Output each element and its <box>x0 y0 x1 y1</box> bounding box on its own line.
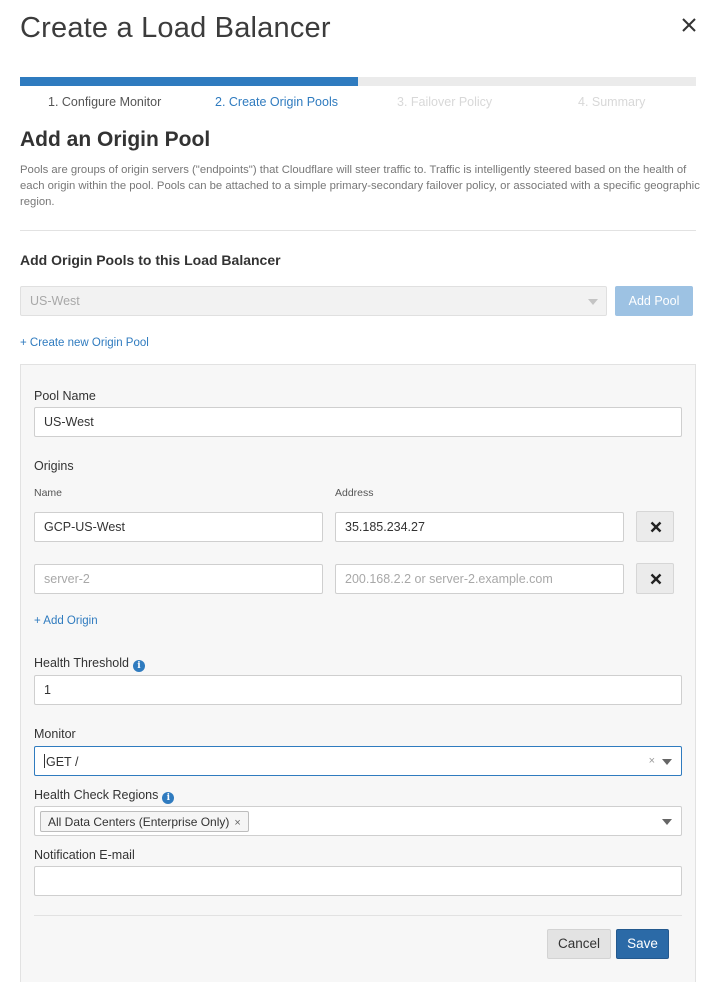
chevron-down-icon[interactable] <box>662 819 672 825</box>
region-tag: All Data Centers (Enterprise Only) × <box>40 811 249 832</box>
origin-name-input[interactable]: server-2 <box>34 564 323 594</box>
monitor-select-value: GET / <box>46 755 79 769</box>
remove-origin-button[interactable] <box>636 563 674 594</box>
monitor-select[interactable]: GET / × <box>34 746 682 776</box>
origin-address-input[interactable]: 35.185.234.27 <box>335 512 624 542</box>
wizard-progress-fill <box>20 77 358 86</box>
step-failover-policy: 3. Failover Policy <box>397 95 493 109</box>
cancel-button[interactable]: Cancel <box>547 929 611 959</box>
pools-heading: Add Origin Pools to this Load Balancer <box>20 252 281 268</box>
health-threshold-label-text: Health Threshold <box>34 656 129 670</box>
origin-name-input[interactable]: GCP-US-West <box>34 512 323 542</box>
notification-email-input[interactable] <box>34 866 682 896</box>
pool-name-label: Pool Name <box>34 389 96 403</box>
pool-select-value: US-West <box>30 294 80 308</box>
health-threshold-input[interactable]: 1 <box>34 675 682 705</box>
close-icon <box>650 521 662 533</box>
origin-name-column-label: Name <box>34 487 63 499</box>
step-configure-monitor[interactable]: 1. Configure Monitor <box>48 95 161 109</box>
origin-address-input[interactable]: 200.168.2.2 or server-2.example.com <box>335 564 624 594</box>
dialog-title: Create a Load Balancer <box>20 12 331 44</box>
remove-origin-button[interactable] <box>636 511 674 542</box>
origin-address-column-label: Address <box>335 487 374 499</box>
health-threshold-label: Health Threshold i <box>34 656 145 672</box>
close-icon <box>650 573 662 585</box>
info-icon[interactable]: i <box>132 660 145 672</box>
health-check-regions-select[interactable]: All Data Centers (Enterprise Only) × <box>34 806 682 836</box>
chevron-down-icon <box>588 299 598 305</box>
chevron-down-icon[interactable] <box>662 759 672 765</box>
text-cursor <box>44 754 45 768</box>
info-icon[interactable]: i <box>162 792 175 804</box>
create-origin-pool-link[interactable]: + Create new Origin Pool <box>20 337 149 349</box>
pool-name-input[interactable]: US-West <box>34 407 682 437</box>
remove-tag-icon[interactable]: × <box>234 817 240 829</box>
divider <box>34 915 682 916</box>
monitor-label: Monitor <box>34 727 76 741</box>
clear-icon[interactable]: × <box>649 755 655 767</box>
wizard-progress-bar <box>20 77 696 86</box>
step-create-origin-pools[interactable]: 2. Create Origin Pools <box>215 95 338 109</box>
pool-select[interactable]: US-West <box>20 286 607 316</box>
region-tag-label: All Data Centers (Enterprise Only) <box>48 815 230 829</box>
divider <box>20 230 696 231</box>
save-button[interactable]: Save <box>616 929 669 959</box>
notification-email-label: Notification E-mail <box>34 848 135 862</box>
add-origin-link[interactable]: + Add Origin <box>34 615 98 627</box>
add-pool-button[interactable]: Add Pool <box>615 286 693 316</box>
origins-label: Origins <box>34 459 74 473</box>
section-title: Add an Origin Pool <box>20 128 211 151</box>
health-check-regions-label: Health Check Regions i <box>34 788 175 804</box>
section-description: Pools are groups of origin servers ("end… <box>20 164 700 208</box>
close-icon[interactable] <box>676 12 702 38</box>
health-check-regions-label-text: Health Check Regions <box>34 788 159 802</box>
step-summary: 4. Summary <box>578 95 646 109</box>
